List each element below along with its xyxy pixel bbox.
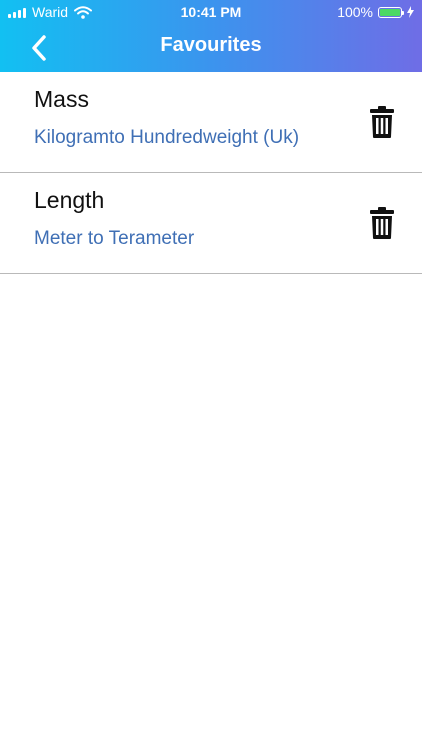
list-item[interactable]: Length Meter to Terameter [0, 173, 422, 274]
trash-icon[interactable] [370, 106, 394, 138]
page-title: Favourites [160, 34, 262, 56]
charging-bolt-icon [407, 6, 414, 18]
battery-percent: 100% [337, 4, 373, 20]
category-label: Length [34, 187, 105, 213]
status-bar: Warid 10:41 PM 100% [0, 0, 422, 24]
trash-icon[interactable] [370, 207, 394, 239]
nav-bar: Favourites [0, 24, 422, 72]
conversion-label: Meter to Terameter [34, 228, 195, 249]
list-item[interactable]: Mass Kilogramto Hundredweight (Uk) [0, 72, 422, 173]
favourites-list: Mass Kilogramto Hundredweight (Uk) Lengt… [0, 72, 422, 274]
category-label: Mass [34, 86, 89, 112]
app-header: Warid 10:41 PM 100% Favourites [0, 0, 422, 72]
status-right: 100% [337, 4, 414, 20]
conversion-label: Kilogramto Hundredweight (Uk) [34, 127, 300, 148]
battery-icon [378, 6, 404, 18]
